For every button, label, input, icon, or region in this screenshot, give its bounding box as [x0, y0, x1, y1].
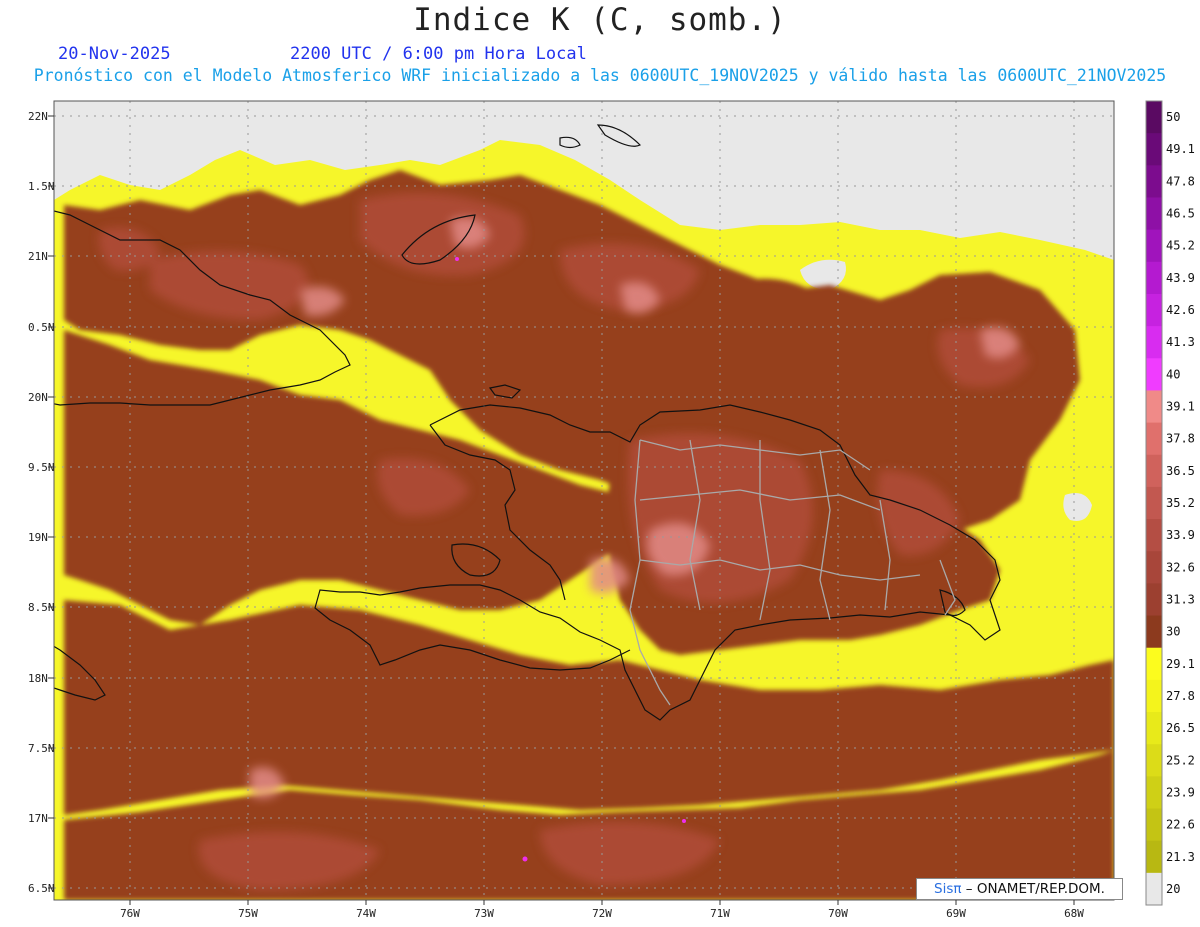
colorbar-swatch: [1146, 101, 1162, 134]
colorbar-label: 20: [1166, 882, 1180, 896]
colorbar-swatch: [1146, 197, 1162, 231]
latitude-label: 21N: [28, 250, 48, 263]
colorbar-label: 27.8: [1166, 689, 1195, 703]
colorbar-swatch: [1146, 808, 1162, 842]
colorbar-label: 39.1: [1166, 400, 1195, 414]
colorbar-swatch: [1146, 390, 1162, 424]
colorbar-label: 50: [1166, 110, 1180, 124]
credit-text: – ONAMET/REP.DOM.: [961, 881, 1105, 897]
colorbar-label: 49.1: [1166, 142, 1195, 156]
latitude-label: 17N: [28, 812, 48, 825]
sispi-logo: Sisπ: [934, 881, 962, 897]
colorbar-swatch: [1146, 133, 1162, 166]
colorbar-swatch: [1146, 744, 1162, 777]
colorbar-swatch: [1146, 519, 1162, 552]
colorbar-swatch: [1146, 358, 1162, 391]
colorbar-label: 37.8: [1166, 432, 1195, 446]
colorbar-swatch: [1146, 422, 1162, 456]
colorbar-swatch: [1146, 229, 1162, 263]
colorbar-swatch: [1146, 261, 1162, 295]
colorbar-label: 36.5: [1166, 464, 1195, 478]
colorbar-label: 30: [1166, 625, 1180, 639]
colorbar-label: 25.2: [1166, 753, 1195, 767]
longitude-labels: 76W 75W 74W 73W 72W 71W 70W 69W 68W: [120, 900, 1084, 920]
colorbar-label: 45.2: [1166, 239, 1195, 253]
map-figure: 22N1.5N21N0.5N20N9.5N19N8.5N18N7.5N17N6.…: [28, 100, 1195, 920]
colorbar-swatch: [1146, 486, 1162, 520]
colorbar-label: 26.5: [1166, 721, 1195, 735]
colorbar-label: 35.2: [1166, 496, 1195, 510]
longitude-label: 68W: [1064, 907, 1084, 920]
colorbar-swatch: [1146, 551, 1162, 584]
colorbar-swatch: [1146, 679, 1162, 713]
colorbar-label: 41.3: [1166, 335, 1195, 349]
latitude-label: 22N: [28, 110, 48, 123]
longitude-label: 74W: [356, 907, 376, 920]
colorbar-label: 47.8: [1166, 174, 1195, 188]
colorbar-swatch: [1146, 872, 1162, 906]
colorbar-label: 40: [1166, 367, 1180, 381]
colorbar-label: 32.6: [1166, 560, 1195, 574]
colorbar-swatch: [1146, 165, 1162, 198]
longitude-label: 71W: [710, 907, 730, 920]
latitude-label: 18N: [28, 672, 48, 685]
k-index-field: [54, 101, 1114, 900]
colorbar-swatch: [1146, 583, 1162, 617]
credit-box: Sisπ – ONAMET/REP.DOM.: [916, 878, 1123, 900]
colorbar-swatch: [1146, 293, 1162, 327]
longitude-label: 72W: [592, 907, 612, 920]
colorbar-swatch: [1146, 647, 1162, 681]
longitude-label: 73W: [474, 907, 494, 920]
latitude-label: 19N: [28, 531, 48, 544]
colorbar-swatch: [1146, 454, 1162, 488]
colorbar-label: 23.9: [1166, 785, 1195, 799]
colorbar-label: 31.3: [1166, 592, 1195, 606]
colorbar-label: 43.9: [1166, 271, 1195, 285]
colorbar-label: 46.5: [1166, 207, 1195, 221]
colorbar-swatch: [1146, 776, 1162, 810]
colorbar-swatch: [1146, 326, 1162, 359]
latitude-labels: 22N1.5N21N0.5N20N9.5N19N8.5N18N7.5N17N6.…: [28, 110, 55, 895]
colorbar-swatch: [1146, 712, 1162, 745]
colorbar-label: 42.6: [1166, 303, 1195, 317]
colorbar-label: 33.9: [1166, 528, 1195, 542]
colorbar-swatch: [1146, 840, 1162, 874]
latitude-label: 20N: [28, 391, 48, 404]
colorbar-swatch: [1146, 615, 1162, 649]
colorbar-label: 21.3: [1166, 850, 1195, 864]
colorbar: 50 49.1 47.8 46.5 45.2 43.9 42.6 41.3 40 39.1 37.8…: [1145, 100, 1195, 906]
longitude-label: 70W: [828, 907, 848, 920]
longitude-label: 69W: [946, 907, 966, 920]
colorbar-label: 29.1: [1166, 657, 1195, 671]
colorbar-label: 22.6: [1166, 818, 1195, 832]
longitude-label: 75W: [238, 907, 258, 920]
longitude-label: 76W: [120, 907, 140, 920]
